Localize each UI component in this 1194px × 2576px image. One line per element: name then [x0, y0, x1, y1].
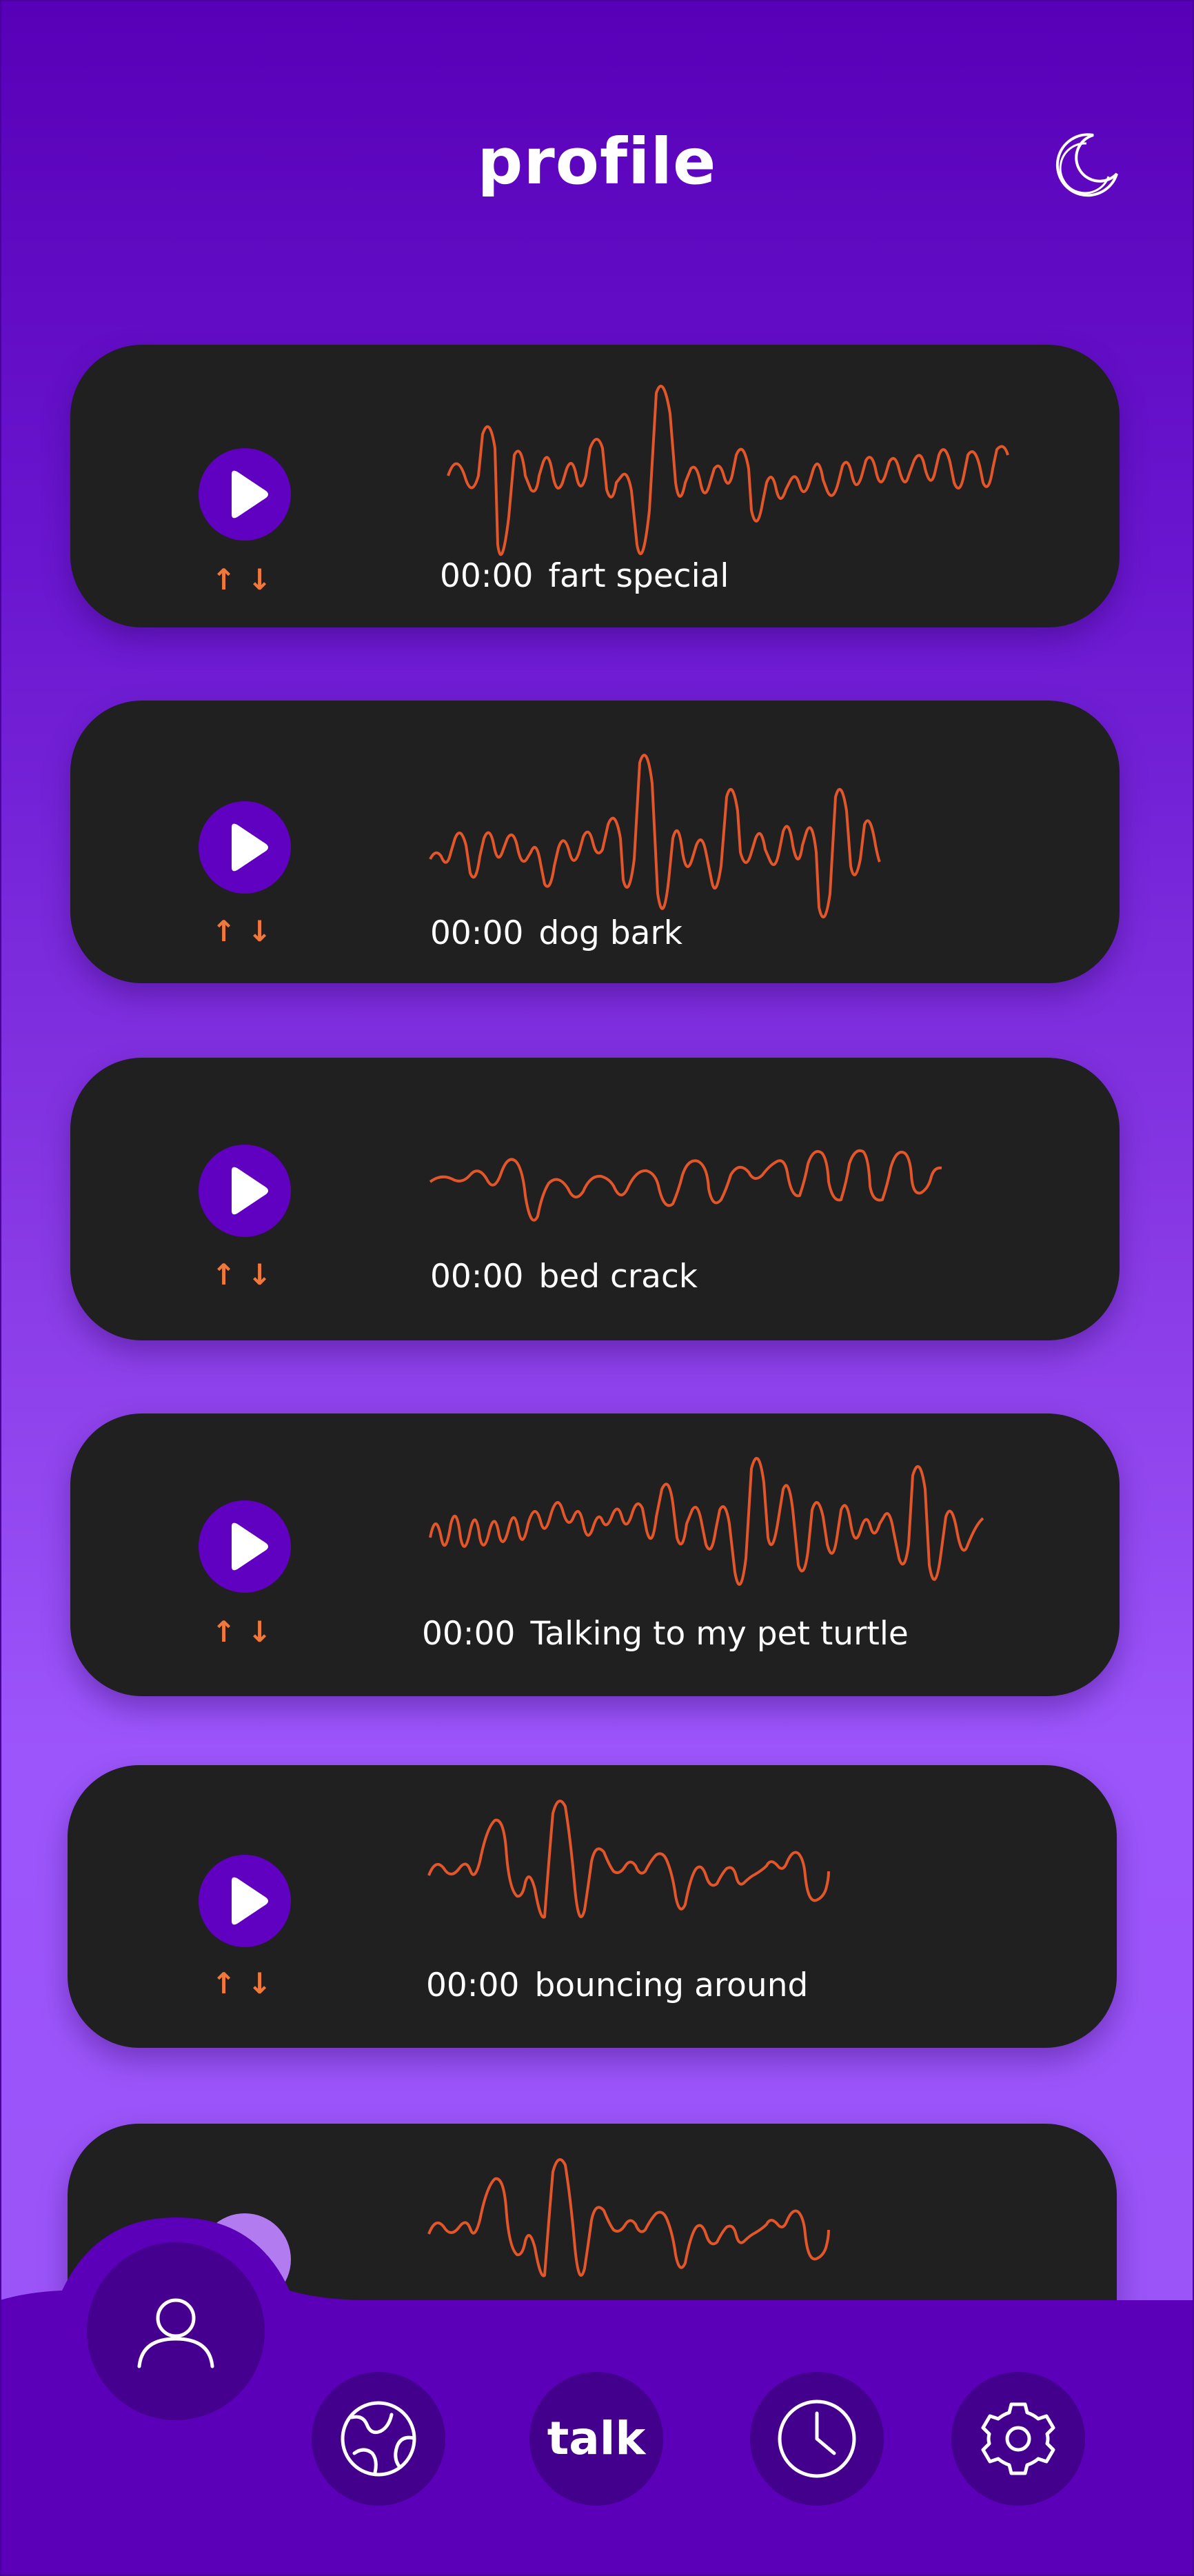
recording-time: 00:00 — [430, 914, 524, 952]
waveform — [429, 1149, 942, 1222]
history-nav-button[interactable] — [750, 2372, 884, 2506]
recording-name: dog bark — [538, 914, 682, 952]
reorder-arrows: ↑ ↓ — [212, 1966, 294, 2001]
recording-label: 00:00 bed crack — [430, 1258, 698, 1296]
recording-card[interactable]: ↑ ↓ 00:00 dog bark — [70, 701, 1120, 983]
move-down-icon[interactable]: ↓ — [247, 1966, 272, 2000]
reorder-arrows: ↑ ↓ — [212, 1615, 294, 1649]
recording-name: fart special — [548, 557, 729, 595]
reorder-arrows: ↑ ↓ — [212, 563, 294, 597]
play-icon — [232, 1167, 268, 1215]
waveform — [447, 385, 1009, 556]
recording-label: 00:00 dog bark — [430, 914, 682, 952]
recording-time: 00:00 — [430, 1258, 524, 1296]
recording-card[interactable]: ↑ ↓ 00:00 fart special — [70, 345, 1120, 627]
recording-card[interactable]: ↑ ↓ 00:00 bed crack — [70, 1058, 1120, 1340]
recording-card[interactable]: ↑ ↓ 00:00 bouncing around — [68, 1765, 1117, 2048]
recording-time: 00:00 — [440, 557, 534, 595]
recording-name: bouncing around — [534, 1966, 809, 2004]
clock-icon — [778, 2399, 856, 2478]
reorder-arrows: ↑ ↓ — [212, 914, 294, 949]
move-up-icon[interactable]: ↑ — [212, 1966, 236, 2000]
move-up-icon[interactable]: ↑ — [212, 563, 236, 596]
profile-nav-button[interactable] — [87, 2242, 265, 2420]
waveform — [427, 1800, 830, 1919]
play-icon — [232, 823, 268, 872]
recording-name: bed crack — [538, 1258, 698, 1296]
gear-icon — [981, 2402, 1055, 2475]
waveform — [427, 2158, 830, 2277]
recording-time: 00:00 — [422, 1615, 516, 1653]
page-title: profile — [477, 125, 717, 199]
move-down-icon[interactable]: ↓ — [247, 914, 272, 948]
talk-nav-button[interactable]: talk — [529, 2372, 663, 2506]
waveform — [429, 754, 881, 918]
talk-label: talk — [547, 2412, 646, 2465]
recording-label: 00:00 fart special — [440, 557, 729, 595]
recording-time: 00:00 — [426, 1966, 520, 2004]
recording-label: 00:00 bouncing around — [426, 1966, 808, 2004]
move-down-icon[interactable]: ↓ — [247, 1615, 272, 1649]
play-button[interactable] — [199, 1145, 291, 1237]
recording-name: Talking to my pet turtle — [530, 1615, 909, 1653]
move-down-icon[interactable]: ↓ — [247, 563, 272, 596]
explore-nav-button[interactable] — [312, 2372, 445, 2506]
play-button[interactable] — [199, 801, 291, 894]
move-down-icon[interactable]: ↓ — [247, 1258, 272, 1291]
play-button[interactable] — [199, 448, 291, 541]
play-button[interactable] — [199, 1855, 291, 1947]
settings-nav-button[interactable] — [951, 2372, 1085, 2506]
play-icon — [232, 1522, 268, 1571]
move-up-icon[interactable]: ↑ — [212, 1615, 236, 1649]
globe-icon — [341, 2401, 416, 2477]
recording-card[interactable]: ↑ ↓ 00:00 Talking to my pet turtle — [70, 1413, 1120, 1696]
waveform — [429, 1457, 984, 1586]
user-icon — [137, 2298, 214, 2368]
move-up-icon[interactable]: ↑ — [212, 914, 236, 948]
moon-icon[interactable] — [1051, 128, 1122, 200]
reorder-arrows: ↑ ↓ — [212, 1258, 294, 1292]
play-icon — [232, 1877, 268, 1925]
move-up-icon[interactable]: ↑ — [212, 1258, 236, 1291]
recording-label: 00:00 Talking to my pet turtle — [422, 1615, 909, 1653]
play-button[interactable] — [199, 1500, 291, 1593]
play-icon — [232, 470, 268, 519]
